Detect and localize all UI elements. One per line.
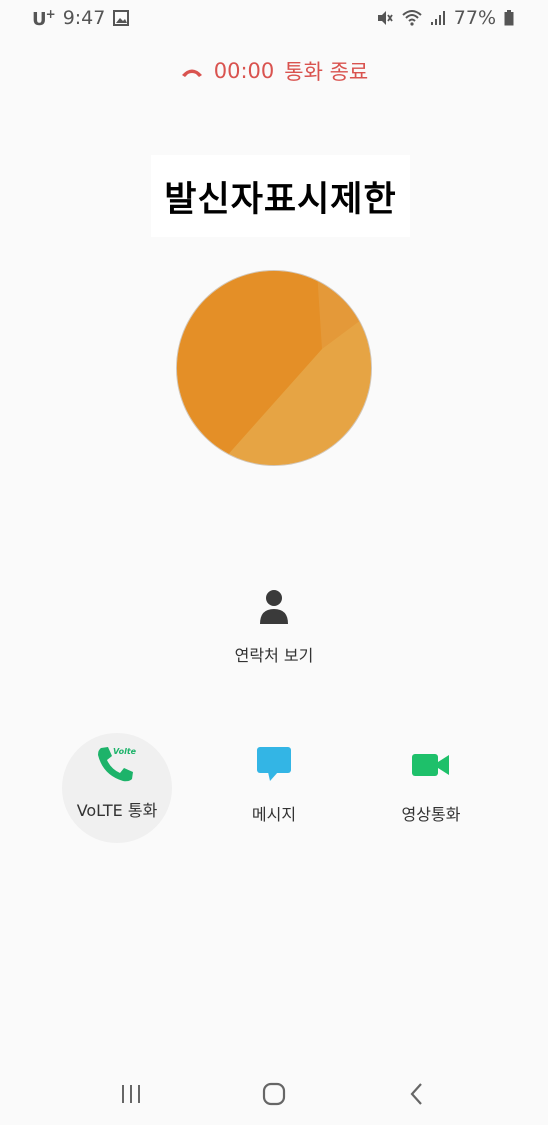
volte-phone-icon: Volte: [95, 745, 139, 785]
navigation-bar: [0, 1070, 548, 1118]
message-icon: [256, 745, 292, 789]
battery-icon: [504, 10, 514, 26]
volte-call-label: VoLTE 통화: [76, 801, 158, 820]
battery-percent: 77%: [453, 7, 496, 29]
view-contact-button[interactable]: 연락처 보기: [214, 588, 334, 666]
status-time: 9:47: [62, 7, 106, 29]
video-call-button[interactable]: 영상통화: [381, 745, 481, 825]
home-icon: [262, 1082, 286, 1106]
wifi-icon: [402, 9, 422, 27]
status-bar-right: 77%: [376, 7, 514, 29]
message-button[interactable]: 메시지: [224, 745, 324, 825]
mute-icon: [376, 9, 394, 27]
carrier-label: U+: [32, 6, 56, 30]
caller-avatar: [176, 270, 372, 466]
volte-badge: Volte: [113, 747, 137, 756]
call-status: 00:00 통화 종료: [0, 56, 548, 86]
video-camera-icon: [411, 745, 451, 789]
recent-apps-icon: [122, 1085, 141, 1103]
message-label: 메시지: [251, 805, 297, 824]
call-end-icon: [180, 59, 204, 83]
caller-name-box: 발신자표시제한: [151, 155, 410, 237]
video-call-label: 영상통화: [401, 805, 461, 824]
person-icon: [259, 588, 289, 628]
view-contact-label: 연락처 보기: [234, 646, 314, 665]
back-button[interactable]: [387, 1074, 447, 1114]
volte-call-button[interactable]: Volte VoLTE 통화: [67, 745, 167, 821]
call-duration: 00:00: [213, 59, 275, 83]
recent-apps-button[interactable]: [101, 1074, 161, 1114]
call-status-label: 통화 종료: [284, 60, 369, 84]
status-bar: U+ 9:47 77%: [0, 0, 548, 36]
home-button[interactable]: [244, 1074, 304, 1114]
back-icon: [410, 1083, 422, 1105]
status-bar-left: U+ 9:47: [32, 6, 130, 30]
signal-icon: [430, 10, 446, 26]
gallery-notification-icon: [113, 10, 130, 26]
caller-name: 발신자표시제한: [164, 179, 397, 220]
